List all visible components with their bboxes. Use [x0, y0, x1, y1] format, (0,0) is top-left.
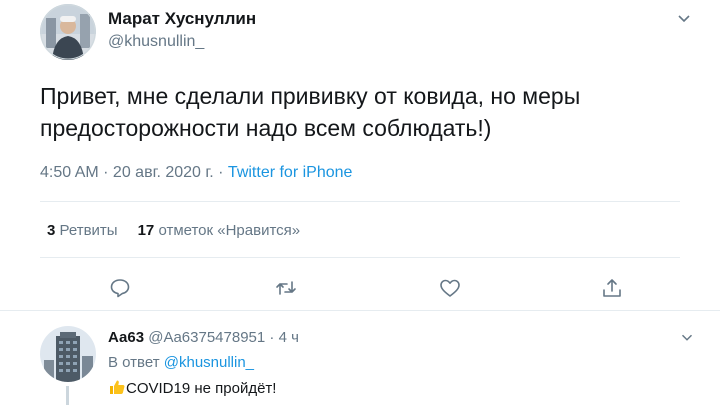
retweet-count: 3 — [47, 222, 56, 239]
main-tweet: Марат Хуснуллин @khusnullin_ Привет, мне… — [0, 0, 720, 302]
meta-separator: · — [98, 164, 113, 181]
reply-icon[interactable] — [108, 276, 132, 300]
avatar-photo-icon[interactable] — [40, 4, 96, 60]
retweets-stat[interactable]: 3 Ретвиты — [47, 222, 118, 239]
tweet-text: Привет, мне сделали прививку от ковида, … — [40, 83, 581, 141]
chevron-down-icon[interactable] — [678, 328, 696, 346]
author-handle[interactable]: @khusnullin_ — [108, 33, 204, 51]
avatar[interactable] — [40, 326, 96, 382]
like-count: 17 — [137, 222, 155, 239]
tweet-meta: 4:50 AM · 20 авг. 2020 г. · Twitter for … — [40, 164, 352, 182]
reply-to-line: В ответ @khusnullin_ — [108, 354, 254, 371]
reply-dot: · — [265, 329, 279, 346]
divider — [0, 310, 720, 311]
reply-time[interactable]: 4 ч — [279, 329, 299, 346]
engagement-stats: 3 Ретвиты 17 отметок «Нравится» — [47, 222, 300, 239]
reply-header: Аа63 @Aa6375478951 · 4 ч — [108, 329, 299, 346]
retweet-icon[interactable] — [274, 276, 298, 300]
likes-stat[interactable]: 17 отметок «Нравится» — [138, 222, 301, 239]
chevron-down-icon[interactable] — [674, 8, 694, 28]
tweet-source-link[interactable]: Twitter for iPhone — [228, 164, 353, 181]
thumbs-up-icon — [108, 378, 126, 396]
divider — [40, 201, 680, 202]
like-label: отметок «Нравится» — [158, 222, 301, 239]
reply-text-content: COVID19 не пройдёт! — [126, 380, 277, 397]
reply-to-mention[interactable]: @khusnullin_ — [164, 354, 254, 371]
retweet-label: Ретвиты — [59, 222, 118, 239]
reply-to-prefix: В ответ — [108, 354, 164, 371]
reply-author-name[interactable]: Аа63 — [108, 329, 144, 346]
reply-author-handle[interactable]: @Aa6375478951 — [148, 329, 265, 346]
like-icon[interactable] — [438, 276, 462, 300]
tweet-date[interactable]: 20 авг. 2020 г. — [113, 164, 214, 181]
meta-separator: · — [213, 164, 228, 181]
reply-text: COVID19 не пройдёт! — [108, 378, 276, 397]
author-name[interactable]: Марат Хуснуллин — [108, 9, 256, 29]
thread-line — [66, 386, 69, 405]
share-icon[interactable] — [600, 276, 624, 300]
tweet-time[interactable]: 4:50 AM — [40, 164, 99, 181]
divider — [40, 257, 680, 258]
